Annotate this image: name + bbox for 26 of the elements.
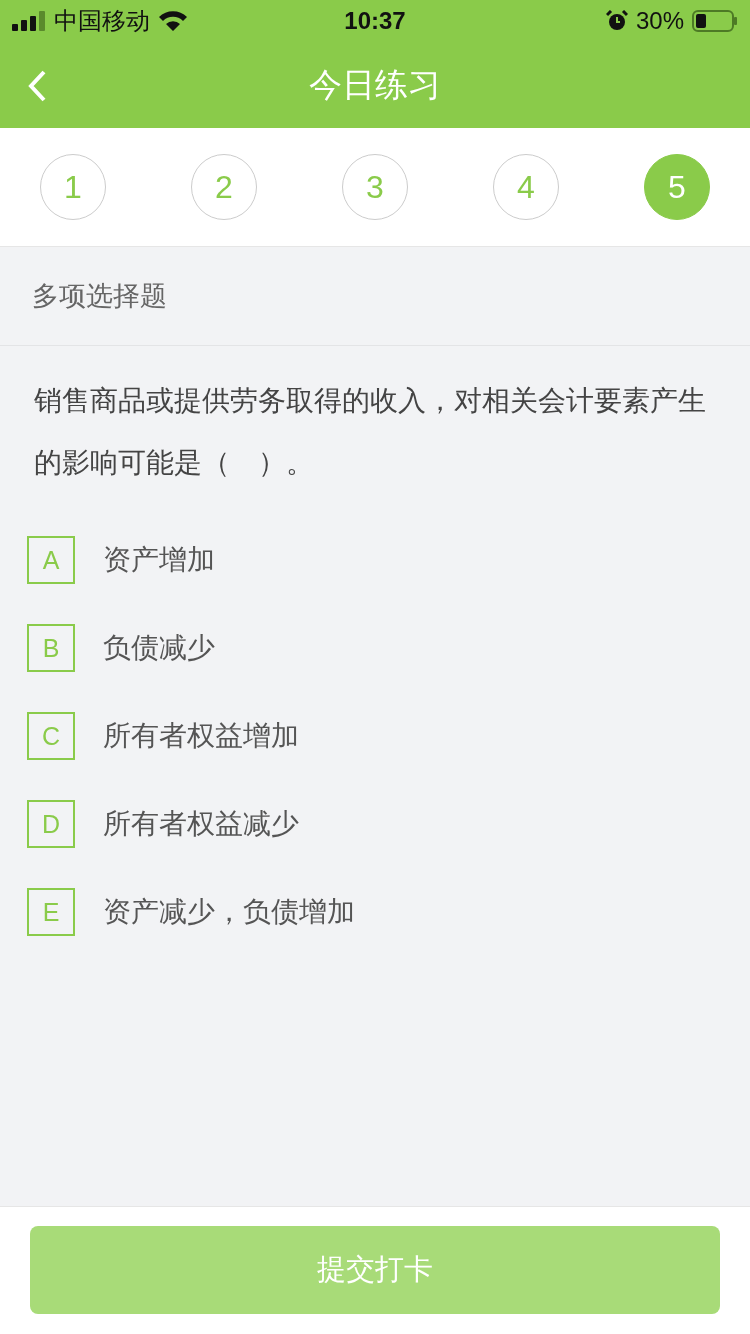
option-letter-box[interactable]: C [27,712,75,760]
battery-percent: 30% [635,7,684,35]
option-letter-box[interactable]: D [27,800,75,848]
wifi-icon [158,10,188,32]
option-text[interactable]: 所有者权益增加 [103,717,299,755]
question-number-tab[interactable]: 5 [644,154,710,220]
back-icon [28,70,46,102]
question-text: 销售商品或提供劳务取得的收入，对相关会计要素产生的影响可能是（ ）。 [34,384,707,480]
option-letter-box[interactable]: A [27,536,75,584]
signal-icon [12,11,46,31]
option-text[interactable]: 资产减少，负债增加 [103,893,355,931]
option-text[interactable]: 负债减少 [103,629,215,667]
question-number-tab[interactable]: 4 [493,154,559,220]
battery-icon [692,10,738,32]
carrier-name: 中国移动 [54,6,150,36]
question-number-tab[interactable]: 1 [40,154,106,220]
option-letter-box[interactable]: E [27,888,75,936]
page-title: 今日练习 [309,64,441,105]
option-letter-box[interactable]: B [27,624,75,672]
option-text[interactable]: 资产增加 [103,541,215,579]
question-number-tab[interactable]: 3 [342,154,408,220]
question-number-tab[interactable]: 2 [191,154,257,220]
alarm-icon [605,10,628,32]
clock-time: 10:37 [344,7,406,35]
question-type: 多项选择题 [32,280,167,313]
option-text[interactable]: 所有者权益减少 [103,805,299,843]
